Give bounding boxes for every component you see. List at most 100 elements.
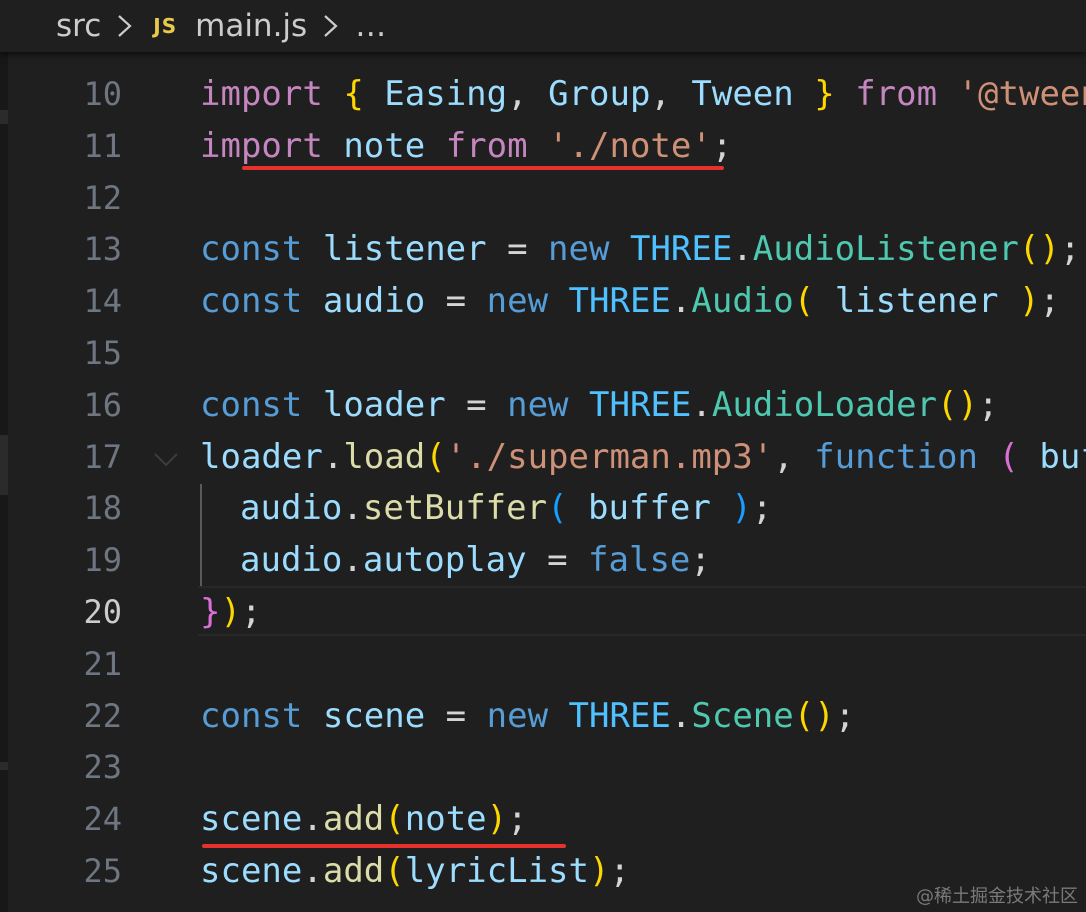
code-token: audio [322, 281, 426, 322]
code-token: ( [425, 436, 446, 477]
code-token: ) [731, 488, 752, 529]
code-token: ( [998, 436, 1019, 477]
code-token: scene [200, 799, 303, 840]
code-token: loader [200, 436, 323, 477]
code-token: audio [240, 488, 343, 529]
code-text: scene.add(note); [200, 793, 528, 845]
code-token: , [650, 74, 692, 114]
line-number: 20 [83, 593, 122, 631]
code-text: audio.autoplay = false; [240, 534, 711, 586]
code-token: lyricList [404, 851, 589, 891]
line-number: 19 [83, 541, 122, 580]
code-token: new [486, 281, 549, 322]
code-text: audio.setBuffer( buffer ); [240, 482, 772, 534]
code-token: = [526, 540, 589, 581]
code-token: () [793, 695, 835, 736]
code-text: const listener = new THREE.AudioListener… [200, 223, 1080, 275]
code-line[interactable]: 16 const loader = new THREE.AudioLoader()… [0, 379, 1086, 431]
breadcrumb-folder[interactable]: src [56, 8, 101, 44]
code-line[interactable]: 24 scene.add(note); [0, 793, 1086, 845]
code-text: const audio = new THREE.Audio( listener … [200, 275, 1060, 327]
chevron-right-icon [113, 11, 137, 41]
code-token: const [200, 695, 303, 736]
code-token: . [691, 384, 712, 425]
code-token: ( [384, 799, 405, 840]
code-token: . [732, 229, 753, 270]
code-token: add [322, 799, 385, 840]
code-token: , [773, 436, 815, 477]
code-token: ; [1059, 229, 1081, 270]
code-line[interactable]: 12 [0, 172, 1086, 224]
code-token: false [588, 540, 691, 581]
line-number: 17 [83, 437, 122, 476]
code-token: setBuffer [362, 488, 548, 529]
code-token: . [302, 799, 323, 840]
code-token: Group [548, 74, 651, 114]
code-token: . [302, 851, 323, 891]
code-token: . [670, 281, 692, 322]
fold-chevron-icon[interactable] [152, 450, 180, 470]
code-editor[interactable]: src JS main.js … 10 import { Easing, Grou… [0, 0, 1086, 912]
breadcrumb-file[interactable]: main.js [195, 8, 307, 44]
line-number: 18 [83, 489, 122, 528]
code-token: ; [751, 488, 773, 529]
code-token: listener [322, 229, 487, 270]
code-token: ; [609, 851, 630, 891]
code-token: AudioListener [752, 229, 1019, 270]
code-token: scene [322, 695, 426, 736]
line-number: 25 [83, 852, 122, 890]
code-token: audio [240, 540, 343, 581]
breadcrumb: src JS main.js … [0, 0, 1086, 52]
code-line[interactable]: 19 audio.autoplay = false; [0, 534, 1086, 586]
line-number: 15 [83, 334, 122, 372]
code-token: = [445, 384, 508, 425]
code-token: buffer [588, 488, 711, 529]
line-number: 12 [83, 178, 122, 217]
code-text: const scene = new THREE.Scene(); [200, 690, 855, 742]
code-line[interactable]: 13 const listener = new THREE.AudioListen… [0, 223, 1086, 275]
code-line[interactable]: 22 const scene = new THREE.Scene(); [0, 690, 1086, 742]
line-number: 11 [83, 126, 122, 165]
code-text: loader.load('./superman.mp3', function (… [200, 431, 1086, 483]
chevron-right-icon [319, 11, 343, 41]
code-token: THREE [629, 229, 733, 270]
code-token: Easing [384, 74, 508, 114]
code-token: listener [834, 281, 999, 322]
indent-guide [200, 484, 202, 586]
code-token: . [322, 436, 344, 477]
code-token: Tween [691, 74, 794, 114]
code-line[interactable]: 23 [0, 741, 1086, 793]
code-token: . [342, 488, 363, 529]
code-line[interactable]: 10 import { Easing, Group, Tween } from '… [0, 68, 1086, 120]
breadcrumb-more[interactable]: … [355, 8, 386, 44]
code-token: ; [507, 799, 528, 840]
code-line[interactable]: 11 import note from './note'; [0, 120, 1086, 172]
line-number: 22 [83, 696, 122, 735]
code-token: THREE [589, 384, 692, 425]
code-token: . [670, 695, 692, 736]
code-text: scene.add(lyricList); [200, 845, 630, 897]
code-token: ; [1039, 281, 1060, 322]
code-line[interactable]: 15 [0, 327, 1086, 379]
code-token: THREE [568, 281, 671, 322]
code-token: { [343, 74, 364, 114]
code-line[interactable]: 18 audio.setBuffer( buffer ); [0, 482, 1086, 534]
code-line[interactable]: 14 const audio = new THREE.Audio( listene… [0, 275, 1086, 327]
code-line[interactable]: 21 [0, 638, 1086, 690]
code-token: new [507, 384, 569, 425]
code-token: function [814, 436, 978, 477]
code-text: import note from './note'; [200, 120, 732, 172]
code-token: . [342, 540, 363, 581]
